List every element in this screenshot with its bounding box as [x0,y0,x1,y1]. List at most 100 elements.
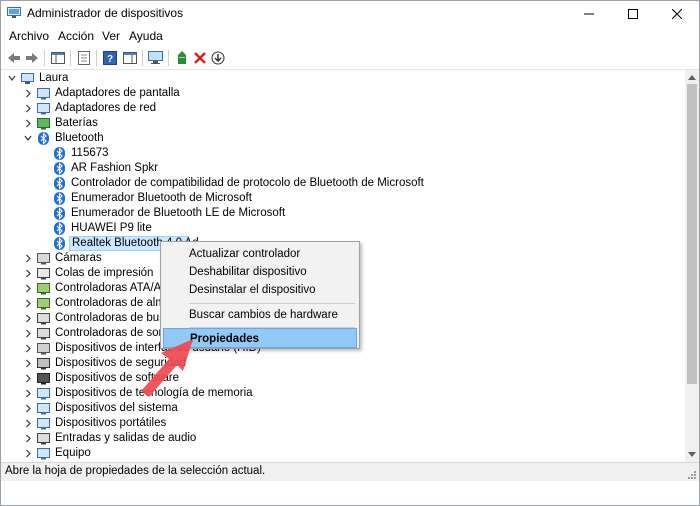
device-item[interactable]: 115673 [1,146,685,161]
chevron-right-icon[interactable] [23,266,33,281]
category-item[interactable]: Dispositivos de seguridad [1,356,685,371]
software-device-icon [37,373,50,385]
show-hide-console-tree-button[interactable] [49,49,67,67]
device-item[interactable]: Enumerador de Bluetooth LE de Microsoft [1,206,685,221]
chevron-right-icon[interactable] [23,296,33,311]
category-label: Dispositivos de software [55,372,179,384]
category-item[interactable]: Dispositivos portátiles [1,416,685,431]
category-item[interactable]: Dispositivos del sistema [1,401,685,416]
chevron-right-icon[interactable] [23,86,33,101]
device-label: Enumerador de Bluetooth LE de Microsoft [71,207,286,219]
category-item[interactable]: Dispositivos de tecnología de memoria [1,386,685,401]
chevron-right-icon[interactable] [23,281,33,296]
device-item[interactable]: HUAWEI P9 lite [1,221,685,236]
uninstall-device-button[interactable] [191,49,209,67]
update-driver-button[interactable] [173,49,191,67]
category-label: Dispositivos de tecnología de memoria [55,387,253,399]
resize-grip-icon[interactable] [685,468,697,480]
computer-icon [37,448,50,460]
chevron-right-icon[interactable] [23,326,33,341]
minimize-button[interactable] [567,1,611,27]
chevron-down-icon[interactable] [23,131,33,146]
window-title: Administrador de dispositivos [27,6,184,20]
context-menu: Actualizar controlador Deshabilitar disp… [160,241,360,349]
device-label: HUAWEI P9 lite [71,222,152,234]
chevron-down-icon [688,452,696,457]
menu-bar: Archivo Acción Ver Ayuda [1,27,699,47]
monitor-scan-icon [148,51,163,64]
scan-hardware-button[interactable] [147,49,165,67]
show-hide-action-pane-button[interactable] [121,49,139,67]
close-button[interactable] [655,1,699,27]
status-text: Abre la hoja de propiedades de la selecc… [5,465,266,477]
chevron-right-icon[interactable] [23,416,33,431]
svg-text:?: ? [107,54,113,65]
chevron-right-icon[interactable] [23,401,33,416]
device-item[interactable]: Controlador de compatibilidad de protoco… [1,176,685,191]
chevron-right-icon[interactable] [23,371,33,386]
menu-ver[interactable]: Ver [100,29,122,43]
device-manager-icon [7,7,21,18]
device-item[interactable]: AR Fashion Spkr [1,161,685,176]
category-item[interactable]: Baterías [1,116,685,131]
menu-item-update-driver[interactable]: Actualizar controlador [163,244,357,264]
bluetooth-icon [54,237,65,250]
memory-device-icon [37,388,50,400]
category-label: Cámaras [55,252,102,264]
menu-item-disable-device[interactable]: Deshabilitar dispositivo [163,262,357,282]
category-label: Colas de impresión [55,267,154,279]
category-item[interactable]: Dispositivos de software [1,371,685,386]
maximize-button[interactable] [611,1,655,27]
enable-device-button[interactable] [209,49,227,67]
chevron-right-icon[interactable] [23,431,33,446]
category-label: Adaptadores de pantalla [55,87,180,99]
chevron-right-icon[interactable] [23,386,33,401]
chevron-right-icon[interactable] [23,446,33,461]
chevron-right-icon[interactable] [23,341,33,356]
category-item[interactable]: Adaptadores de red [1,101,685,116]
category-item[interactable]: Bluetooth [1,131,685,146]
bluetooth-icon [54,147,65,160]
audio-io-icon [37,433,50,445]
category-label: Adaptadores de red [55,102,157,114]
chevron-right-icon[interactable] [23,356,33,371]
forward-button[interactable] [23,49,41,67]
menu-item-scan-hardware[interactable]: Buscar cambios de hardware [163,305,357,325]
scrollbar-thumb[interactable] [687,84,697,384]
usb-controller-icon [37,313,50,325]
menu-item-properties[interactable]: Propiedades [163,328,357,348]
menu-ayuda[interactable]: Ayuda [127,29,165,43]
console-tree-icon [51,52,65,64]
back-button[interactable] [5,49,23,67]
back-arrow-icon [8,53,20,63]
chevron-right-icon[interactable] [23,311,33,326]
device-label: 115673 [71,147,109,159]
category-label: Bluetooth [55,132,104,144]
chevron-right-icon[interactable] [23,116,33,131]
category-label: Baterías [55,117,98,129]
portable-device-icon [37,418,50,430]
category-item[interactable]: Equipo [1,446,685,461]
menu-accion[interactable]: Acción [56,29,96,43]
action-pane-icon [123,52,137,64]
category-item[interactable]: Adaptadores de pantalla [1,86,685,101]
sound-controller-icon [37,328,50,340]
menu-archivo[interactable]: Archivo [7,29,51,43]
device-item[interactable]: Enumerador Bluetooth de Microsoft [1,191,685,206]
scroll-down-arrow[interactable] [685,448,699,462]
uninstall-x-icon [194,52,206,64]
properties-toolbar-button[interactable] [75,49,93,67]
tree-root-label: Laura [39,72,69,84]
vertical-scrollbar[interactable] [685,70,699,462]
category-item[interactable]: Entradas y salidas de audio [1,431,685,446]
bluetooth-icon [54,207,65,220]
chevron-down-icon[interactable] [7,71,17,86]
scroll-up-arrow[interactable] [685,70,699,84]
chevron-right-icon[interactable] [23,251,33,266]
chevron-right-icon[interactable] [23,101,33,116]
chevron-up-icon [688,75,696,80]
help-button[interactable]: ? [101,49,119,67]
menu-item-uninstall-device[interactable]: Desinstalar el dispositivo [163,280,357,300]
bluetooth-icon [54,177,65,190]
tree-root-laura[interactable]: Laura [1,71,301,86]
